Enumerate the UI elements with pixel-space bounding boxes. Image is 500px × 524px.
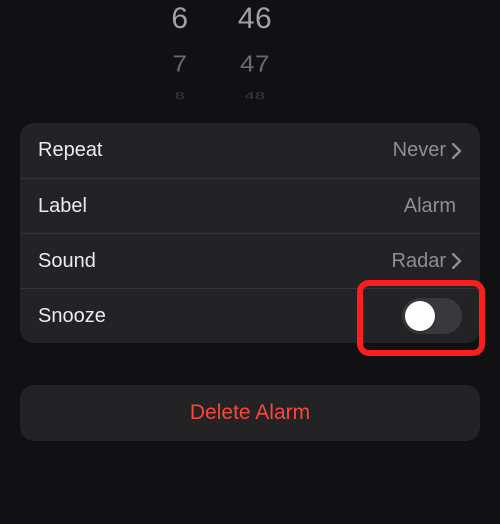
minute-column[interactable]: 46 47 48 — [225, 0, 285, 105]
hour-option[interactable]: 7 — [150, 52, 210, 79]
delete-alarm-button[interactable]: Delete Alarm — [20, 385, 480, 441]
hour-option[interactable]: 6 — [150, 4, 210, 40]
repeat-label: Repeat — [38, 139, 393, 162]
sound-row[interactable]: Sound Radar — [20, 233, 480, 288]
sound-label: Sound — [38, 250, 392, 273]
hour-option[interactable]: 8 — [150, 91, 210, 102]
snooze-toggle[interactable] — [402, 298, 462, 334]
time-picker[interactable]: 6 7 8 46 47 48 — [0, 0, 500, 105]
minute-option[interactable]: 46 — [225, 4, 285, 40]
label-label: Label — [38, 195, 404, 218]
chevron-right-icon — [452, 143, 462, 159]
alarm-settings-card: Repeat Never Label Alarm Sound Radar Sno… — [20, 123, 480, 343]
label-row[interactable]: Label Alarm — [20, 178, 480, 233]
snooze-row: Snooze — [20, 288, 480, 343]
toggle-knob — [405, 301, 435, 331]
delete-alarm-label: Delete Alarm — [190, 401, 310, 425]
chevron-right-icon — [452, 253, 462, 269]
snooze-label: Snooze — [38, 305, 402, 328]
hour-column[interactable]: 6 7 8 — [150, 0, 210, 105]
label-value: Alarm — [404, 195, 456, 218]
repeat-row[interactable]: Repeat Never — [20, 123, 480, 178]
minute-option[interactable]: 48 — [225, 91, 285, 102]
minute-option[interactable]: 47 — [225, 52, 285, 79]
repeat-value: Never — [393, 139, 446, 162]
sound-value: Radar — [392, 250, 446, 273]
